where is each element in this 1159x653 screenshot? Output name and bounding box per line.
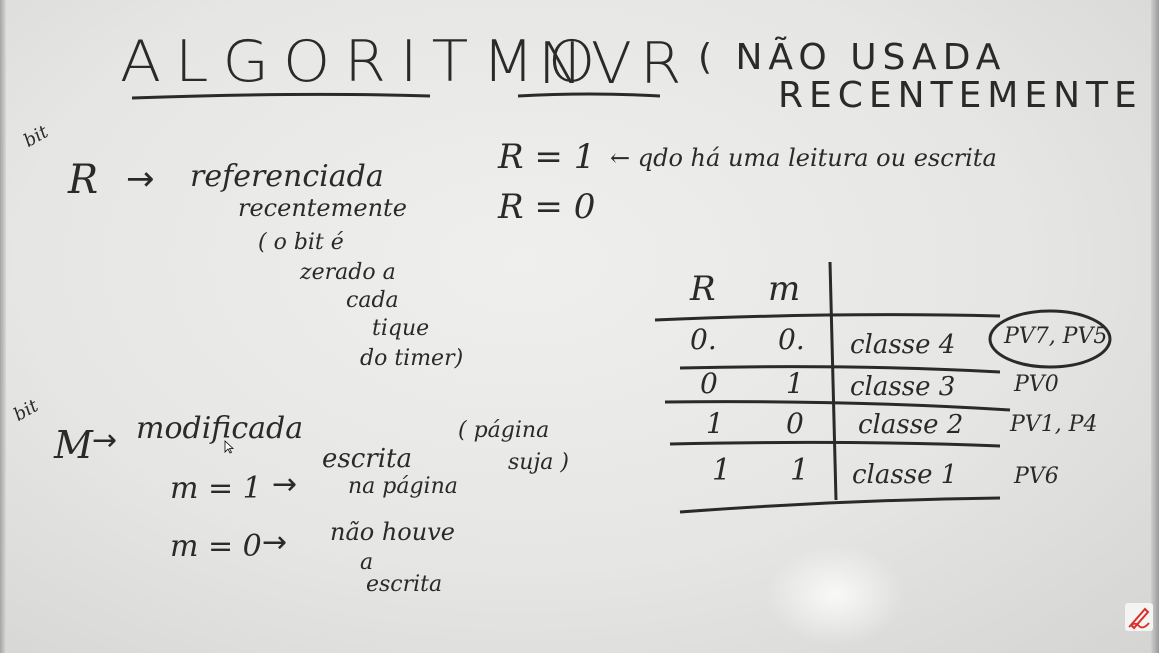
cursor-icon [224,440,234,454]
table-row-4-m: 1 [790,453,810,488]
table-row-2-m: 1 [786,367,804,400]
m1-paren-line1: ( página [458,418,550,443]
pen-icon[interactable] [1125,603,1153,631]
m-symbol: M [54,423,93,467]
table-row-1-pages: PV7, PV5 [1004,324,1108,349]
title-acronym: NVR [538,30,690,98]
r-note-line1: ( o bit é [258,230,344,255]
table-row-3-r: 1 [706,407,724,440]
r-symbol: R [68,157,99,203]
table-row-4-r: 1 [712,453,732,488]
table-row-3-classe: classe 2 [858,410,964,440]
table-row-3-m: 0 [786,407,804,440]
table-row-2-pages: PV0 [1014,372,1059,397]
m0-text-line3: escrita [366,572,443,597]
r-note-line2: zerado a [300,260,396,285]
r-note-line5: do timer) [360,346,464,371]
r-meaning-line1: referenciada [190,159,384,194]
m1-label: m = 1 [170,471,262,506]
table-header-m: m [768,269,801,309]
m0-arrow-icon: → [262,525,288,560]
table-row-1-classe: classe 4 [850,330,956,360]
m0-text-line1: não houve [330,518,455,546]
title-paren-line1: ( NÃO USADA [698,37,1007,78]
table-row-2-r: 0 [700,367,718,400]
m1-paren-line2: suja ) [508,450,569,475]
r-note-line3: cada [346,288,399,313]
m1-arrow-icon: → [272,467,298,502]
table-row-4-pages: PV6 [1014,464,1059,489]
whiteboard: ALGORITMO NVR ( NÃO USADA RECENTEMENTE )… [0,0,1159,653]
title-paren-line2: RECENTEMENTE ) [778,75,1159,116]
table-row-2-classe: classe 3 [850,372,956,402]
r0-label: R = 0 [498,187,596,227]
title-underline-1 [131,92,431,100]
m0-text-line2: a [360,550,374,575]
table-row-1-m: 0. [778,323,805,356]
r-meaning-line2: recentemente [238,194,407,222]
m1-text-line1: escrita [322,444,412,474]
table-hline-header [654,313,1001,322]
r1-label: R = 1 [498,137,596,177]
r-arrow-icon: → [126,159,155,199]
m-arrow-icon: → [92,423,118,458]
m-meaning: modificada [136,411,304,446]
table-vline [828,261,838,501]
table-header-r: R [690,269,716,309]
m0-label: m = 0 [170,529,262,564]
table-row-4-classe: classe 1 [852,460,958,490]
table-row-3-pages: PV1, P4 [1010,412,1098,437]
r-note-line4: tique [372,316,430,341]
m1-text-line2: na página [348,474,458,499]
table-hline-bottom [679,496,1001,514]
table-row-1-r: 0. [690,323,717,356]
r1-note: ← qdo há uma leitura ou escrita [610,144,997,172]
